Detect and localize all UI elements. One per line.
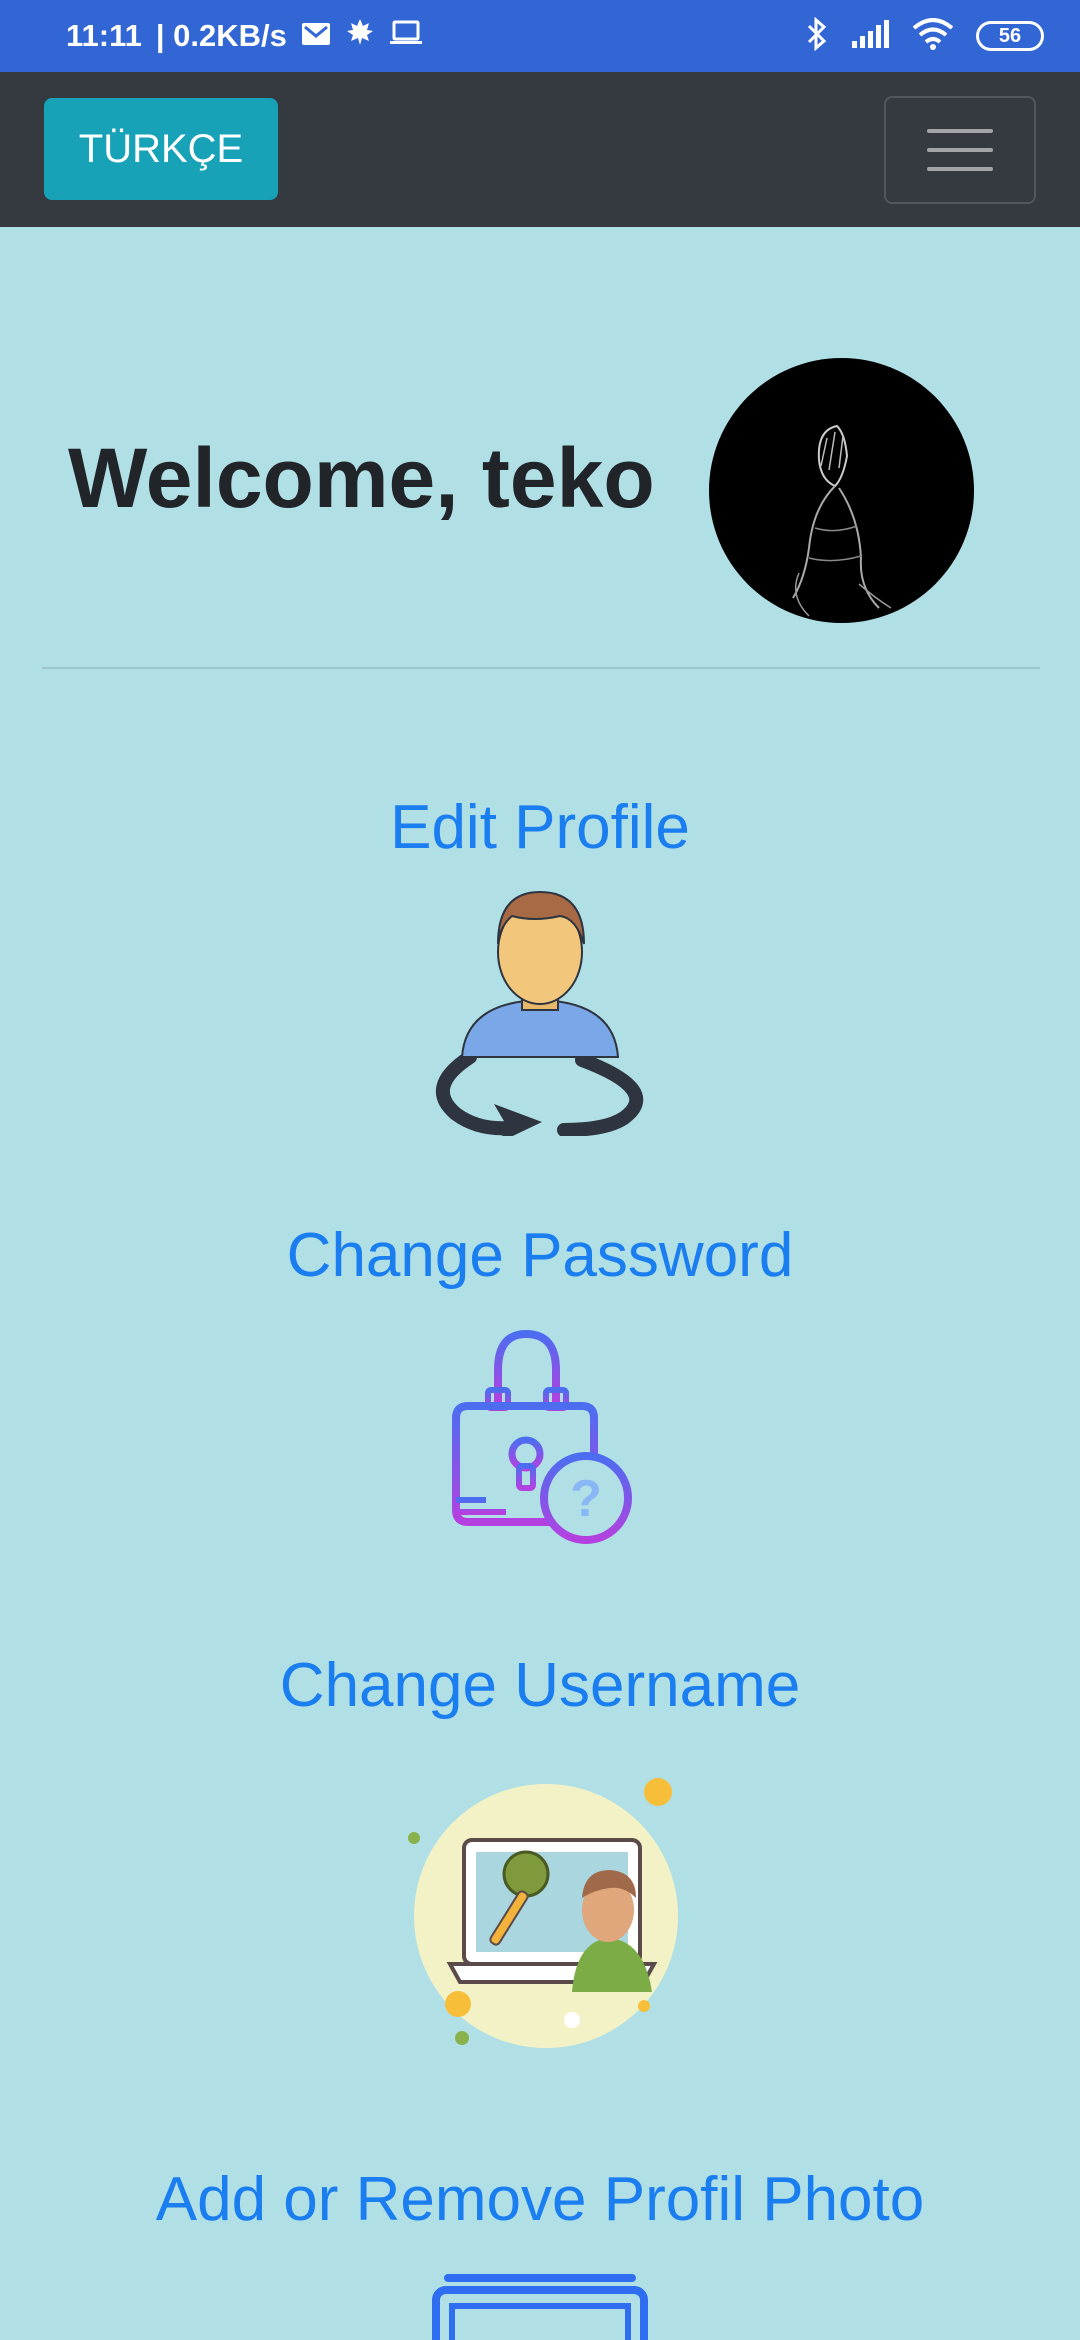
status-bar: 11:11 | 0.2KB/s 56 [0,0,1080,72]
laptop-icon [389,18,423,54]
avatar-icon[interactable] [709,358,974,623]
welcome-heading: Welcome, teko [68,431,655,525]
bluetooth-icon [806,16,828,56]
menu-line [927,148,993,152]
menu-line [927,167,993,171]
leaf-icon [345,17,375,55]
battery-icon: 56 [976,21,1044,51]
hamburger-icon[interactable] [884,96,1036,204]
status-speed: | 0.2KB/s [155,18,287,53]
divider [42,667,1040,669]
navbar: TÜRKÇE [0,72,1080,227]
mail-icon [301,18,331,54]
menu-line [927,129,993,133]
photo-icon[interactable] [430,2270,650,2340]
status-left: 11:11 | 0.2KB/s [66,0,423,72]
change-password-link[interactable]: Change Password [0,1220,1080,1291]
status-time: 11:11 [66,18,142,53]
wifi-icon [912,17,954,55]
status-right: 56 [806,0,1044,72]
language-button[interactable]: TÜRKÇE [44,98,278,200]
edit-profile-icon[interactable] [412,882,668,1144]
change-username-link[interactable]: Change Username [0,1650,1080,1721]
username-icon[interactable] [400,1770,690,2065]
signal-icon [850,19,890,54]
edit-profile-link[interactable]: Edit Profile [0,792,1080,863]
lock-question-icon[interactable]: ? [446,1329,636,1555]
svg-text:?: ? [570,1470,602,1528]
add-remove-photo-link[interactable]: Add or Remove Profil Photo [0,2164,1080,2235]
